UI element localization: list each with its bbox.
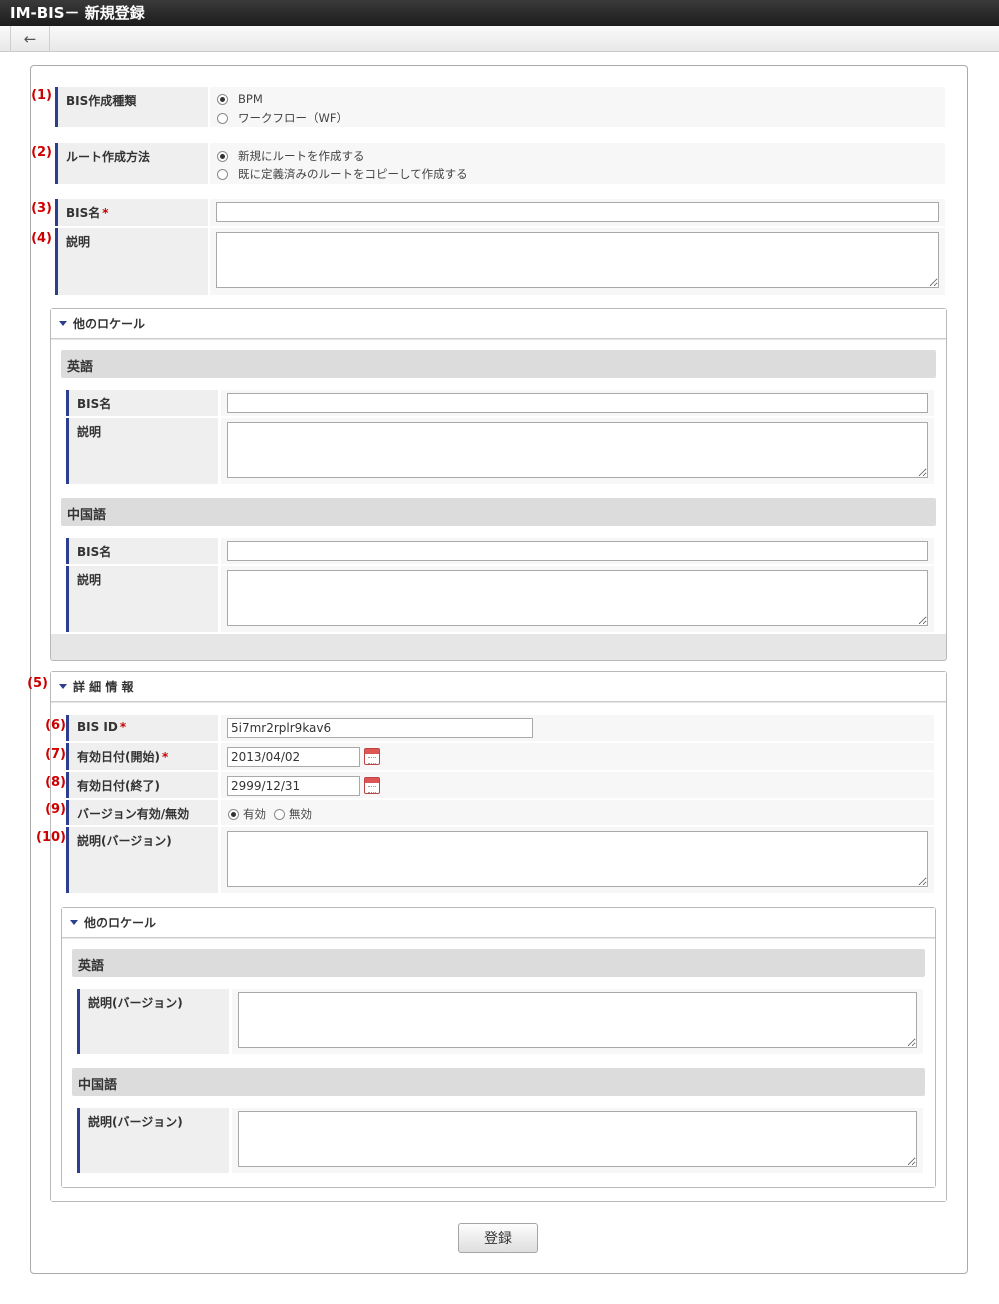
item-number: (10) — [36, 830, 66, 845]
required-mark: * — [161, 750, 169, 764]
english-description-label: 説明 — [66, 418, 218, 484]
version-chinese-description-textarea[interactable] — [238, 1111, 917, 1167]
window-title: IM-BIS－ 新規登録 — [0, 0, 999, 26]
bis-name-label: BIS名 * — [55, 199, 208, 226]
collapse-triangle-icon[interactable] — [59, 321, 67, 326]
english-description-textarea[interactable] — [227, 422, 928, 478]
version-enabled-label: バージョン有効/無効 — [66, 800, 218, 825]
version-description-label: 説明(バージョン) — [66, 827, 218, 893]
radio-selected-icon[interactable] — [217, 93, 228, 105]
calendar-icon[interactable] — [364, 748, 380, 765]
route-method-option-new[interactable]: 新規にルートを作成する — [217, 148, 365, 164]
english-bis-name-label: BIS名 — [66, 390, 218, 416]
description-label: 説明 — [55, 228, 208, 295]
back-arrow-icon: ← — [23, 30, 37, 48]
radio-selected-icon[interactable] — [217, 150, 228, 162]
version-enabled-option[interactable]: 有効 — [228, 806, 266, 822]
chinese-bis-name-input[interactable] — [227, 541, 928, 561]
bis-id-label: BIS ID * — [66, 715, 218, 741]
item-number: (3) — [31, 201, 52, 216]
item-number: (5) — [27, 676, 48, 691]
collapse-triangle-icon[interactable] — [59, 684, 67, 689]
route-method-label: ルート作成方法 — [55, 143, 208, 184]
version-description-textarea[interactable] — [227, 831, 928, 887]
description-textarea[interactable] — [216, 232, 939, 288]
radio-icon[interactable] — [217, 112, 228, 124]
locale-english-header: 英語 — [61, 350, 936, 378]
version-english-description-label: 説明(バージョン) — [77, 989, 229, 1054]
item-number: (2) — [31, 145, 52, 160]
start-date-input[interactable] — [227, 747, 360, 767]
required-mark: * — [102, 206, 109, 220]
item-number: (4) — [31, 231, 52, 246]
end-date-label: 有効日付(終了) — [66, 772, 218, 798]
item-number: (6) — [45, 718, 66, 733]
version-locale-chinese-header: 中国語 — [72, 1068, 925, 1096]
version-locale-english-header: 英語 — [72, 949, 925, 977]
chinese-bis-name-label: BIS名 — [66, 538, 218, 564]
version-english-description-textarea[interactable] — [238, 992, 917, 1048]
creation-type-option-bpm[interactable]: BPM — [217, 92, 263, 106]
version-disabled-option[interactable]: 無効 — [274, 806, 312, 822]
end-date-input[interactable] — [227, 776, 360, 796]
english-bis-name-input[interactable] — [227, 393, 928, 413]
chinese-description-label: 説明 — [66, 566, 218, 632]
other-locale-header[interactable]: 他のロケール — [51, 309, 946, 339]
creation-type-label: BIS作成種類 — [55, 87, 208, 127]
radio-icon[interactable] — [217, 168, 228, 180]
radio-icon[interactable] — [274, 808, 285, 820]
item-number: (9) — [45, 802, 66, 817]
start-date-label: 有効日付(開始) * — [66, 743, 218, 770]
version-enabled-cell — [221, 800, 934, 825]
bis-name-input[interactable] — [216, 202, 939, 222]
toolbar: ← — [0, 26, 999, 52]
detail-header[interactable]: 詳 細 情 報 — [51, 672, 946, 702]
creation-type-option-wf[interactable]: ワークフロー（WF） — [217, 110, 348, 126]
item-number: (7) — [45, 747, 66, 762]
calendar-icon[interactable] — [364, 777, 380, 794]
route-method-option-copy[interactable]: 既に定義済みのルートをコピーして作成する — [217, 166, 468, 182]
version-chinese-description-label: 説明(バージョン) — [77, 1108, 229, 1173]
chinese-description-textarea[interactable] — [227, 570, 928, 626]
item-number: (8) — [45, 775, 66, 790]
bis-id-input[interactable] — [227, 718, 533, 738]
required-mark: * — [119, 720, 127, 734]
register-button[interactable]: 登録 — [458, 1223, 538, 1253]
radio-selected-icon[interactable] — [228, 808, 239, 820]
item-number: (1) — [31, 88, 52, 103]
locale-chinese-header: 中国語 — [61, 498, 936, 526]
collapse-triangle-icon[interactable] — [70, 920, 78, 925]
version-other-locale-header[interactable]: 他のロケール — [62, 908, 935, 938]
back-button[interactable]: ← — [10, 26, 50, 52]
